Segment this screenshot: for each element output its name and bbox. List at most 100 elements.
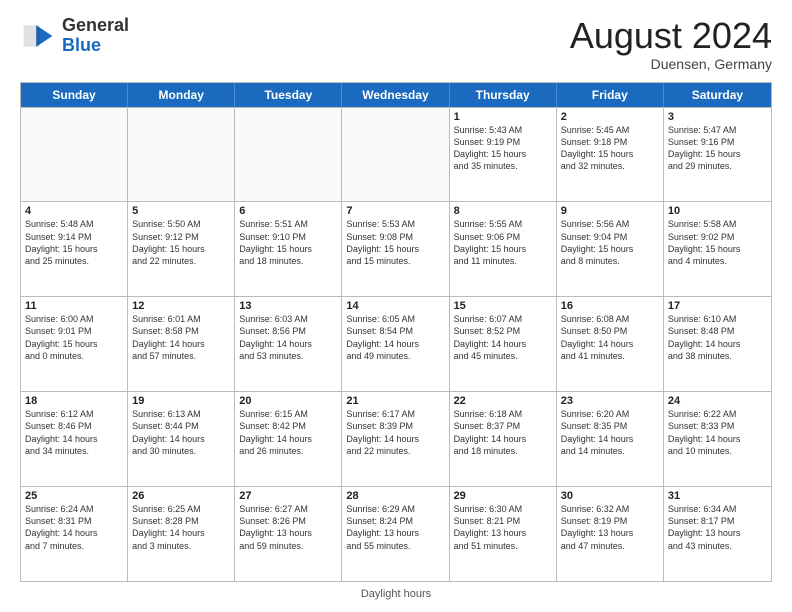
day-number: 19 <box>132 395 230 407</box>
footer: Daylight hours <box>20 588 772 600</box>
day-info: Sunrise: 6:30 AM Sunset: 8:21 PM Dayligh… <box>454 503 552 552</box>
day-info: Sunrise: 6:20 AM Sunset: 8:35 PM Dayligh… <box>561 408 659 457</box>
day-info: Sunrise: 6:22 AM Sunset: 8:33 PM Dayligh… <box>668 408 767 457</box>
day-number: 10 <box>668 205 767 217</box>
cal-cell: 8Sunrise: 5:55 AM Sunset: 9:06 PM Daylig… <box>450 202 557 296</box>
cal-cell <box>21 108 128 202</box>
cal-cell: 21Sunrise: 6:17 AM Sunset: 8:39 PM Dayli… <box>342 392 449 486</box>
cal-cell: 27Sunrise: 6:27 AM Sunset: 8:26 PM Dayli… <box>235 487 342 581</box>
day-number: 22 <box>454 395 552 407</box>
cal-header-cell-friday: Friday <box>557 83 664 107</box>
day-info: Sunrise: 5:56 AM Sunset: 9:04 PM Dayligh… <box>561 218 659 267</box>
cal-cell: 20Sunrise: 6:15 AM Sunset: 8:42 PM Dayli… <box>235 392 342 486</box>
day-info: Sunrise: 6:07 AM Sunset: 8:52 PM Dayligh… <box>454 313 552 362</box>
calendar-header: SundayMondayTuesdayWednesdayThursdayFrid… <box>21 83 771 107</box>
cal-cell: 5Sunrise: 5:50 AM Sunset: 9:12 PM Daylig… <box>128 202 235 296</box>
day-number: 12 <box>132 300 230 312</box>
day-number: 23 <box>561 395 659 407</box>
calendar-body: 1Sunrise: 5:43 AM Sunset: 9:19 PM Daylig… <box>21 107 771 581</box>
cal-cell: 19Sunrise: 6:13 AM Sunset: 8:44 PM Dayli… <box>128 392 235 486</box>
cal-cell: 11Sunrise: 6:00 AM Sunset: 9:01 PM Dayli… <box>21 297 128 391</box>
cal-cell: 10Sunrise: 5:58 AM Sunset: 9:02 PM Dayli… <box>664 202 771 296</box>
day-info: Sunrise: 6:34 AM Sunset: 8:17 PM Dayligh… <box>668 503 767 552</box>
day-info: Sunrise: 5:58 AM Sunset: 9:02 PM Dayligh… <box>668 218 767 267</box>
cal-header-cell-thursday: Thursday <box>450 83 557 107</box>
day-number: 21 <box>346 395 444 407</box>
day-info: Sunrise: 6:03 AM Sunset: 8:56 PM Dayligh… <box>239 313 337 362</box>
day-number: 27 <box>239 490 337 502</box>
cal-row-3: 18Sunrise: 6:12 AM Sunset: 8:46 PM Dayli… <box>21 391 771 486</box>
day-info: Sunrise: 5:45 AM Sunset: 9:18 PM Dayligh… <box>561 124 659 173</box>
cal-cell: 22Sunrise: 6:18 AM Sunset: 8:37 PM Dayli… <box>450 392 557 486</box>
cal-cell: 12Sunrise: 6:01 AM Sunset: 8:58 PM Dayli… <box>128 297 235 391</box>
day-number: 24 <box>668 395 767 407</box>
day-info: Sunrise: 6:13 AM Sunset: 8:44 PM Dayligh… <box>132 408 230 457</box>
cal-cell: 28Sunrise: 6:29 AM Sunset: 8:24 PM Dayli… <box>342 487 449 581</box>
day-number: 15 <box>454 300 552 312</box>
day-number: 3 <box>668 111 767 123</box>
day-number: 14 <box>346 300 444 312</box>
day-number: 2 <box>561 111 659 123</box>
day-number: 31 <box>668 490 767 502</box>
cal-cell: 13Sunrise: 6:03 AM Sunset: 8:56 PM Dayli… <box>235 297 342 391</box>
day-number: 11 <box>25 300 123 312</box>
cal-row-0: 1Sunrise: 5:43 AM Sunset: 9:19 PM Daylig… <box>21 107 771 202</box>
day-info: Sunrise: 5:50 AM Sunset: 9:12 PM Dayligh… <box>132 218 230 267</box>
day-number: 20 <box>239 395 337 407</box>
day-info: Sunrise: 5:53 AM Sunset: 9:08 PM Dayligh… <box>346 218 444 267</box>
day-number: 4 <box>25 205 123 217</box>
cal-cell: 17Sunrise: 6:10 AM Sunset: 8:48 PM Dayli… <box>664 297 771 391</box>
day-number: 13 <box>239 300 337 312</box>
day-info: Sunrise: 5:51 AM Sunset: 9:10 PM Dayligh… <box>239 218 337 267</box>
cal-cell <box>128 108 235 202</box>
day-number: 29 <box>454 490 552 502</box>
day-info: Sunrise: 6:12 AM Sunset: 8:46 PM Dayligh… <box>25 408 123 457</box>
generalblue-logo-icon: G <box>20 18 56 54</box>
cal-row-2: 11Sunrise: 6:00 AM Sunset: 9:01 PM Dayli… <box>21 296 771 391</box>
day-info: Sunrise: 6:08 AM Sunset: 8:50 PM Dayligh… <box>561 313 659 362</box>
cal-cell: 3Sunrise: 5:47 AM Sunset: 9:16 PM Daylig… <box>664 108 771 202</box>
day-info: Sunrise: 6:27 AM Sunset: 8:26 PM Dayligh… <box>239 503 337 552</box>
cal-header-cell-wednesday: Wednesday <box>342 83 449 107</box>
day-number: 6 <box>239 205 337 217</box>
day-info: Sunrise: 5:55 AM Sunset: 9:06 PM Dayligh… <box>454 218 552 267</box>
cal-cell: 24Sunrise: 6:22 AM Sunset: 8:33 PM Dayli… <box>664 392 771 486</box>
cal-header-cell-saturday: Saturday <box>664 83 771 107</box>
cal-cell: 23Sunrise: 6:20 AM Sunset: 8:35 PM Dayli… <box>557 392 664 486</box>
cal-cell: 14Sunrise: 6:05 AM Sunset: 8:54 PM Dayli… <box>342 297 449 391</box>
calendar: SundayMondayTuesdayWednesdayThursdayFrid… <box>20 82 772 582</box>
day-number: 1 <box>454 111 552 123</box>
cal-cell: 2Sunrise: 5:45 AM Sunset: 9:18 PM Daylig… <box>557 108 664 202</box>
cal-cell: 26Sunrise: 6:25 AM Sunset: 8:28 PM Dayli… <box>128 487 235 581</box>
cal-cell: 29Sunrise: 6:30 AM Sunset: 8:21 PM Dayli… <box>450 487 557 581</box>
cal-cell: 1Sunrise: 5:43 AM Sunset: 9:19 PM Daylig… <box>450 108 557 202</box>
day-info: Sunrise: 5:43 AM Sunset: 9:19 PM Dayligh… <box>454 124 552 173</box>
day-info: Sunrise: 6:00 AM Sunset: 9:01 PM Dayligh… <box>25 313 123 362</box>
day-number: 18 <box>25 395 123 407</box>
cal-cell: 31Sunrise: 6:34 AM Sunset: 8:17 PM Dayli… <box>664 487 771 581</box>
cal-cell: 15Sunrise: 6:07 AM Sunset: 8:52 PM Dayli… <box>450 297 557 391</box>
cal-cell: 9Sunrise: 5:56 AM Sunset: 9:04 PM Daylig… <box>557 202 664 296</box>
cal-header-cell-tuesday: Tuesday <box>235 83 342 107</box>
location: Duensen, Germany <box>570 56 772 72</box>
day-number: 5 <box>132 205 230 217</box>
cal-cell: 18Sunrise: 6:12 AM Sunset: 8:46 PM Dayli… <box>21 392 128 486</box>
cal-row-1: 4Sunrise: 5:48 AM Sunset: 9:14 PM Daylig… <box>21 201 771 296</box>
day-info: Sunrise: 6:17 AM Sunset: 8:39 PM Dayligh… <box>346 408 444 457</box>
cal-cell <box>235 108 342 202</box>
day-number: 9 <box>561 205 659 217</box>
cal-cell: 25Sunrise: 6:24 AM Sunset: 8:31 PM Dayli… <box>21 487 128 581</box>
cal-header-cell-sunday: Sunday <box>21 83 128 107</box>
cal-cell <box>342 108 449 202</box>
day-number: 30 <box>561 490 659 502</box>
cal-header-cell-monday: Monday <box>128 83 235 107</box>
cal-cell: 4Sunrise: 5:48 AM Sunset: 9:14 PM Daylig… <box>21 202 128 296</box>
day-info: Sunrise: 6:01 AM Sunset: 8:58 PM Dayligh… <box>132 313 230 362</box>
title-block: August 2024 Duensen, Germany <box>570 16 772 72</box>
day-info: Sunrise: 6:10 AM Sunset: 8:48 PM Dayligh… <box>668 313 767 362</box>
cal-row-4: 25Sunrise: 6:24 AM Sunset: 8:31 PM Dayli… <box>21 486 771 581</box>
day-info: Sunrise: 6:15 AM Sunset: 8:42 PM Dayligh… <box>239 408 337 457</box>
day-number: 7 <box>346 205 444 217</box>
daylight-label: Daylight hours <box>361 588 431 600</box>
day-info: Sunrise: 6:32 AM Sunset: 8:19 PM Dayligh… <box>561 503 659 552</box>
